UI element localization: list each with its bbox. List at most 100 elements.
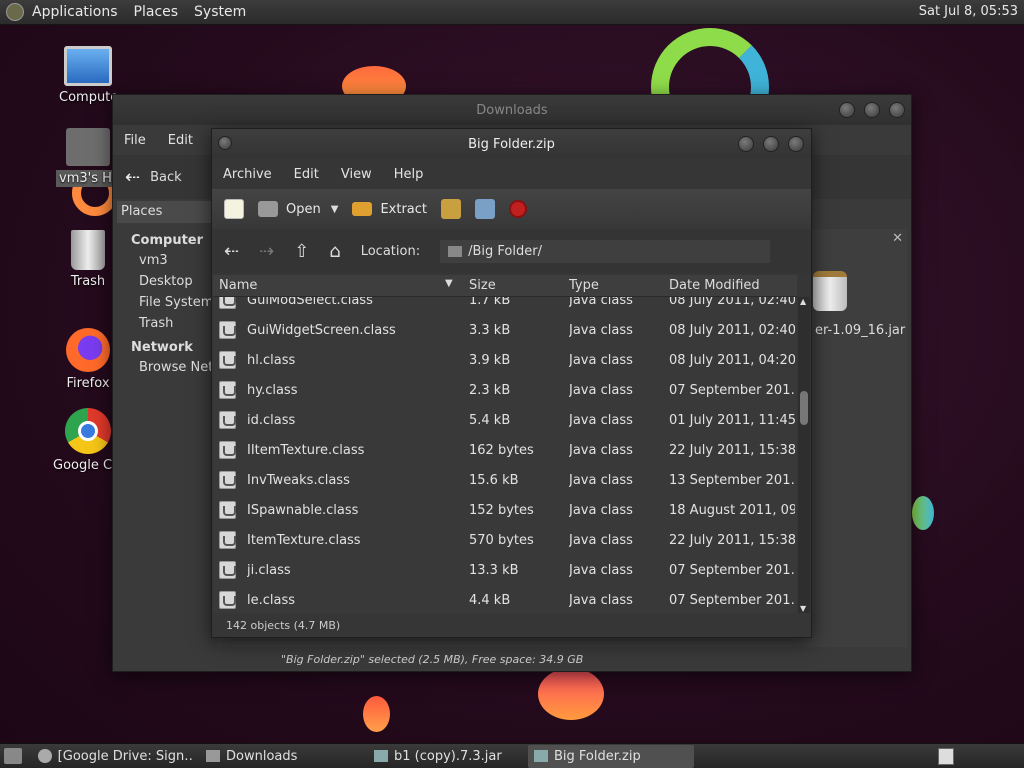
table-row[interactable]: ItemTexture.class 570 bytes Java class 22 J… <box>213 525 797 555</box>
jar-file-icon[interactable] <box>813 271 847 311</box>
taskbar-label: [Google Drive: Sign… <box>57 748 194 764</box>
close-pane-icon[interactable]: ✕ <box>892 231 903 246</box>
archive-icon <box>534 750 548 762</box>
column-name[interactable]: Name <box>219 278 257 293</box>
up-arrow-icon[interactable]: ⇧ <box>294 241 309 262</box>
taskbar-item-jar[interactable]: b1 (copy).7.3.jar <box>368 745 528 768</box>
taskbar-item-bigfolder[interactable]: Big Folder.zip <box>528 744 694 768</box>
maximize-button[interactable] <box>864 102 880 118</box>
add-folder-icon[interactable] <box>475 199 495 219</box>
window-menu-button[interactable] <box>218 136 232 150</box>
archive-titlebar[interactable]: Big Folder.zip <box>212 129 811 159</box>
clock[interactable]: Sat Jul 8, 05:53 <box>919 4 1018 19</box>
taskbar-item-downloads[interactable]: Downloads <box>200 745 368 768</box>
table-row[interactable]: ISpawnable.class 152 bytes Java class 18 Au… <box>213 495 797 525</box>
menu-edit[interactable]: Edit <box>157 133 204 148</box>
sidebar-item-browse-network[interactable]: Browse Network <box>117 357 213 378</box>
archive-icon <box>374 750 388 762</box>
open-dropdown-icon[interactable]: ▼ <box>331 204 339 215</box>
sidebar-item-filesystem[interactable]: File System <box>117 292 213 313</box>
column-size[interactable]: Size <box>469 278 496 293</box>
archive-status-text: 142 objects (4.7 MB) <box>226 619 341 632</box>
location-field[interactable]: /Big Folder/ <box>440 239 771 263</box>
cell-size: 570 bytes <box>469 532 534 548</box>
back-button[interactable]: Back <box>150 170 182 185</box>
show-desktop-icon[interactable] <box>4 748 22 764</box>
table-row[interactable]: IItemTexture.class 162 bytes Java class 22 … <box>213 435 797 465</box>
cell-size: 162 bytes <box>469 442 534 458</box>
sidebar-item-trash[interactable]: Trash <box>117 313 213 334</box>
menu-help[interactable]: Help <box>383 167 435 182</box>
sort-down-icon[interactable]: ▼ <box>445 278 453 289</box>
trash-icon <box>71 230 105 270</box>
table-row[interactable]: hl.class 3.9 kB Java class 08 July 2011, 04… <box>213 345 797 375</box>
decor-blob-pink <box>538 668 604 720</box>
close-button[interactable] <box>788 136 804 152</box>
column-type[interactable]: Type <box>569 278 599 293</box>
home-icon[interactable]: ⌂ <box>329 241 340 262</box>
taskbar-item-chrome[interactable]: [Google Drive: Sign… <box>32 745 200 768</box>
applications-menu[interactable]: Applications <box>24 4 126 20</box>
jar-file-label[interactable]: er-1.09_16.jar <box>815 323 905 338</box>
workspace-switcher-icon[interactable] <box>938 748 954 765</box>
chrome-icon <box>65 408 111 454</box>
archive-statusbar: 142 objects (4.7 MB) <box>226 619 340 632</box>
cell-date: 01 July 2011, 11:45 <box>669 412 795 428</box>
home-folder-icon <box>66 128 110 166</box>
sidebar-item-vm3[interactable]: vm3 <box>117 250 213 271</box>
cell-type: Java class <box>569 382 633 398</box>
archive-toolbar: Open ▼ Extract <box>212 189 811 229</box>
scroll-thumb[interactable] <box>800 391 808 425</box>
table-row[interactable]: le.class 4.4 kB Java class 07 September 201… <box>213 585 797 613</box>
sidebar-item-desktop[interactable]: Desktop <box>117 271 213 292</box>
table-row[interactable]: InvTweaks.class 15.6 kB Java class 13 Septe… <box>213 465 797 495</box>
menu-file[interactable]: File <box>113 133 157 148</box>
cell-size: 4.4 kB <box>469 592 511 608</box>
back-arrow-icon[interactable]: ⇠ <box>224 241 239 262</box>
column-date[interactable]: Date Modified <box>669 278 760 293</box>
places-header: Places <box>117 201 213 223</box>
cell-type: Java class <box>569 472 633 488</box>
maximize-button[interactable] <box>763 136 779 152</box>
back-arrow-icon[interactable]: ⇠ <box>125 167 140 188</box>
status-text: "Big Folder.zip" selected (2.5 MB), Free… <box>281 653 584 666</box>
scroll-up-icon[interactable]: ▲ <box>800 297 806 306</box>
java-class-file-icon <box>219 351 236 369</box>
scroll-down-icon[interactable]: ▼ <box>800 604 806 613</box>
monitor-icon <box>64 46 112 86</box>
cell-date: 07 September 201… <box>669 382 795 398</box>
cell-date: 08 July 2011, 02:40 <box>669 322 795 338</box>
table-row[interactable]: ji.class 13.3 kB Java class 07 September 20… <box>213 555 797 585</box>
downloads-titlebar[interactable]: Downloads <box>113 95 911 125</box>
open-button[interactable]: Open <box>258 201 321 217</box>
sidebar-item-label: Desktop <box>139 274 193 289</box>
menu-view[interactable]: View <box>330 167 383 182</box>
minimize-button[interactable] <box>839 102 855 118</box>
table-row[interactable]: GuiWidgetScreen.class 3.3 kB Java class 08 … <box>213 315 797 345</box>
system-menu[interactable]: System <box>186 4 254 20</box>
scrollbar[interactable]: ▲ ▼ <box>798 297 810 613</box>
cell-date: 18 August 2011, 09… <box>669 502 795 518</box>
cell-size: 152 bytes <box>469 502 534 518</box>
new-archive-icon[interactable] <box>224 199 244 219</box>
forward-arrow-icon[interactable]: ⇢ <box>259 241 274 262</box>
stop-icon[interactable] <box>509 200 527 218</box>
add-files-icon[interactable] <box>441 199 461 219</box>
firefox-icon <box>66 328 110 372</box>
table-row[interactable]: id.class 5.4 kB Java class 01 July 2011, 11… <box>213 405 797 435</box>
cell-size: 1.7 kB <box>469 297 511 308</box>
menu-archive[interactable]: Archive <box>212 167 283 182</box>
cell-name: GuiWidgetScreen.class <box>247 322 396 338</box>
minimize-button[interactable] <box>738 136 754 152</box>
extract-button[interactable]: Extract <box>352 202 427 217</box>
table-row[interactable]: GuiModSelect.class 1.7 kB Java class 08 Jul… <box>213 297 797 315</box>
cell-date: 08 July 2011, 04:20 <box>669 352 795 368</box>
places-menu[interactable]: Places <box>126 4 187 20</box>
table-row[interactable]: hy.class 2.3 kB Java class 07 September 201… <box>213 375 797 405</box>
distro-logo-icon[interactable] <box>6 3 24 21</box>
java-class-file-icon <box>219 561 236 579</box>
menu-edit[interactable]: Edit <box>283 167 330 182</box>
taskbar-label: Big Folder.zip <box>554 748 641 764</box>
close-button[interactable] <box>889 102 905 118</box>
desktop-icon-label: Trash <box>70 274 106 289</box>
